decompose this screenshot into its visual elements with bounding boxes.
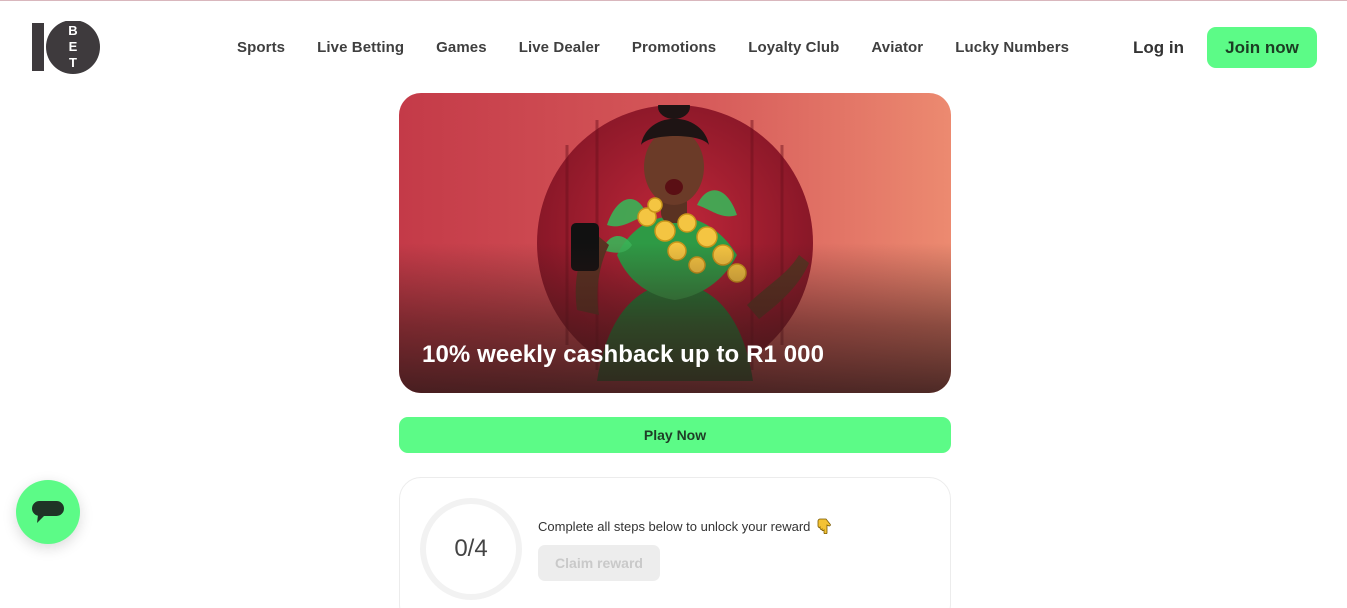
chat-launcher-button[interactable]	[16, 480, 80, 544]
claim-reward-button[interactable]: Claim reward	[538, 545, 660, 581]
site-header: B E T Sports Live Betting Games Live Dea…	[0, 1, 1347, 91]
chat-bubble-icon	[32, 501, 64, 523]
reward-instruction-text: Complete all steps below to unlock your …	[538, 519, 811, 534]
brand-logo[interactable]: B E T	[32, 20, 102, 75]
nav-item-promotions[interactable]: Promotions	[632, 39, 716, 56]
pointing-down-hand-icon	[817, 518, 831, 535]
nav-item-games[interactable]: Games	[436, 39, 487, 56]
login-link[interactable]: Log in	[1133, 38, 1184, 58]
promo-banner[interactable]: 10% weekly cashback up to R1 000	[399, 93, 951, 393]
main-navigation: Sports Live Betting Games Live Dealer Pr…	[237, 39, 1101, 56]
nav-item-sports[interactable]: Sports	[237, 39, 285, 56]
nav-item-lucky-numbers[interactable]: Lucky Numbers	[955, 39, 1069, 56]
banner-overlay	[399, 243, 951, 393]
nav-item-live-betting[interactable]: Live Betting	[317, 39, 404, 56]
nav-item-aviator[interactable]: Aviator	[871, 39, 923, 56]
svg-text:E: E	[69, 39, 78, 54]
promo-title: 10% weekly cashback up to R1 000	[422, 341, 825, 368]
play-now-button[interactable]: Play Now	[399, 417, 951, 453]
reward-progress-card: 0/4 Complete all steps below to unlock y…	[399, 477, 951, 608]
progress-counter: 0/4	[454, 535, 488, 562]
logo-icon: B E T	[32, 20, 100, 74]
svg-text:T: T	[69, 55, 77, 70]
join-now-button[interactable]: Join now	[1207, 27, 1317, 68]
nav-item-loyalty-club[interactable]: Loyalty Club	[748, 39, 839, 56]
svg-text:B: B	[68, 23, 77, 38]
reward-instruction: Complete all steps below to unlock your …	[538, 518, 831, 535]
progress-ring: 0/4	[420, 498, 522, 600]
nav-item-live-dealer[interactable]: Live Dealer	[519, 39, 600, 56]
